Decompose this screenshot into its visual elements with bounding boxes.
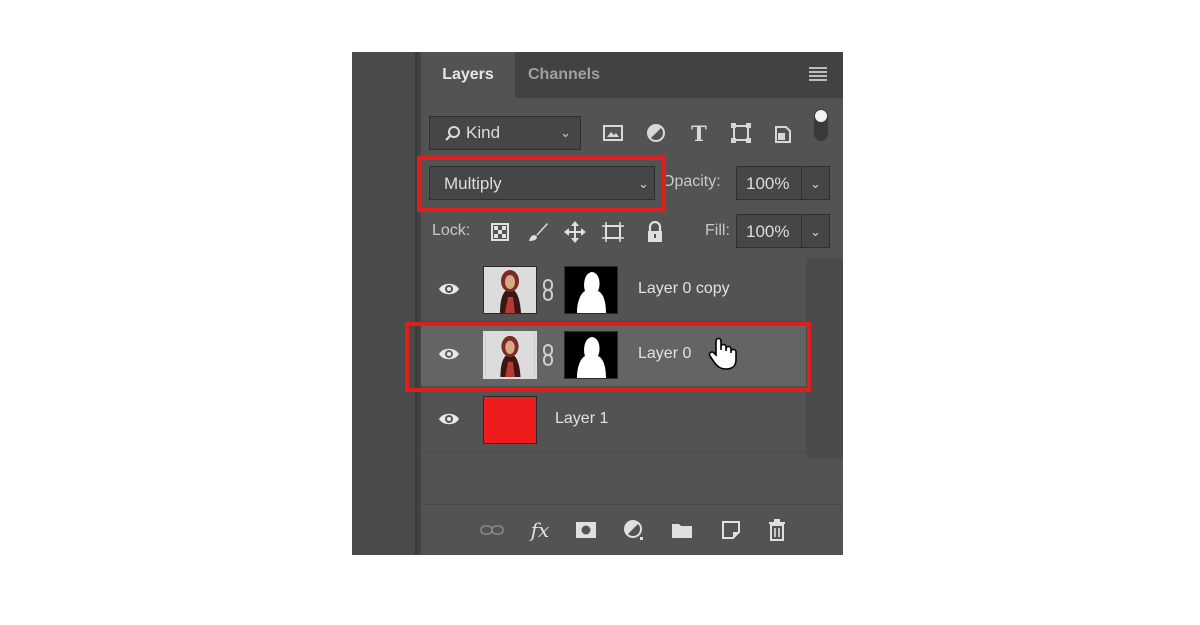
- fill-field[interactable]: 100% ⌄: [736, 214, 830, 248]
- layers-panel: Layers Channels Kind ⌄ T Multiply ⌄ Opac…: [421, 52, 843, 555]
- visibility-eye-icon[interactable]: [438, 280, 460, 298]
- layers-list: Layer 0 copy Layer 0 Layer 1: [421, 258, 843, 458]
- link-layers-icon[interactable]: [479, 517, 505, 543]
- lock-artboard-icon[interactable]: [601, 220, 625, 244]
- shape-filter-icon[interactable]: [729, 121, 753, 145]
- adjustment-layer-icon[interactable]: [621, 517, 647, 543]
- blend-mode-value: Multiply: [444, 174, 502, 193]
- type-filter-icon[interactable]: T: [687, 121, 711, 146]
- hand-cursor-icon: [708, 337, 737, 370]
- delete-icon[interactable]: [764, 517, 790, 543]
- lock-transparent-pixels-icon[interactable]: [488, 220, 512, 244]
- new-layer-icon[interactable]: [718, 517, 744, 543]
- opacity-field[interactable]: 100% ⌄: [736, 166, 830, 200]
- panel-tab-bar: Layers Channels: [421, 52, 843, 98]
- link-chain-icon[interactable]: [542, 343, 554, 367]
- fill-value: 100%: [746, 222, 790, 241]
- adjustment-filter-icon[interactable]: [644, 121, 668, 145]
- blend-mode-dropdown[interactable]: Multiply ⌄: [429, 166, 655, 200]
- chevron-down-icon: ⌄: [638, 176, 649, 191]
- layer-photo-thumbnail: [483, 331, 537, 379]
- lock-image-pixels-icon[interactable]: [526, 220, 550, 244]
- chevron-down-icon: ⌄: [560, 125, 571, 140]
- add-mask-icon[interactable]: [573, 517, 599, 543]
- layer-mask-thumbnail: [564, 266, 618, 314]
- layer-name: Layer 0 copy: [638, 280, 730, 297]
- layer-name: Layer 0: [638, 345, 692, 362]
- layer-row-selected[interactable]: Layer 0: [421, 323, 806, 387]
- smart-object-filter-icon[interactable]: [771, 121, 795, 145]
- filter-icons: T: [601, 109, 836, 146]
- fx-icon[interactable]: fx: [527, 517, 553, 543]
- opacity-label: Opacity:: [662, 173, 721, 190]
- tab-layers[interactable]: Layers: [421, 52, 515, 98]
- visibility-eye-icon[interactable]: [438, 345, 460, 363]
- chevron-down-icon[interactable]: ⌄: [810, 176, 821, 192]
- layer-name: Layer 1: [555, 410, 609, 427]
- new-group-icon[interactable]: [669, 517, 695, 543]
- fill-label: Fill:: [705, 222, 730, 239]
- kind-filter-dropdown[interactable]: Kind ⌄: [429, 116, 581, 150]
- image-filter-icon[interactable]: [601, 121, 625, 145]
- panel-menu-icon[interactable]: [809, 65, 827, 83]
- tab-channels[interactable]: Channels: [515, 52, 613, 98]
- layer-row[interactable]: Layer 0 copy: [421, 258, 806, 322]
- photoshop-layers-window: Layers Channels Kind ⌄ T Multiply ⌄ Opac…: [352, 52, 843, 555]
- layer-color-thumbnail: [483, 396, 537, 444]
- search-icon: [445, 126, 460, 141]
- chevron-down-icon[interactable]: ⌄: [810, 224, 821, 240]
- layers-bottom-toolbar: fx: [421, 504, 843, 555]
- left-dock-strip: [352, 52, 418, 555]
- lock-position-icon[interactable]: [563, 220, 587, 244]
- layer-photo-thumbnail: [483, 266, 537, 314]
- visibility-eye-icon[interactable]: [438, 410, 460, 428]
- kind-filter-label: Kind: [466, 123, 501, 142]
- layer-mask-thumbnail: [564, 331, 618, 379]
- opacity-value: 100%: [746, 174, 790, 193]
- layer-row[interactable]: Layer 1: [421, 388, 806, 452]
- lock-label: Lock:: [432, 222, 471, 239]
- link-chain-icon[interactable]: [542, 278, 554, 302]
- filter-toggle-icon[interactable]: [809, 105, 833, 145]
- lock-all-icon[interactable]: [643, 220, 667, 244]
- layers-scrollbar[interactable]: [806, 258, 843, 458]
